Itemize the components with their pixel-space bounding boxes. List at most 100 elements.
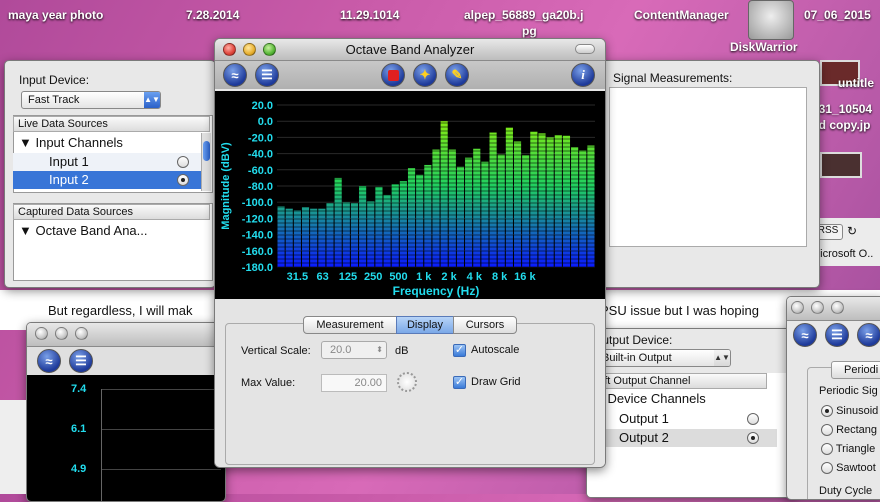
- desktop-thumbnail-2[interactable]: [820, 152, 862, 178]
- doc-text-2: PSU issue but I was hoping: [600, 303, 759, 318]
- y-tick-label: -20.0: [248, 132, 273, 144]
- reload-icon[interactable]: ↻: [847, 224, 857, 238]
- live-sources-header: Live Data Sources: [13, 116, 210, 132]
- desktop-file-7282014[interactable]: 7.28.2014: [186, 8, 239, 22]
- desktop-file-11291014[interactable]: 11.29.1014: [340, 8, 399, 22]
- graph-plot: 7.4 6.1 4.9: [27, 375, 225, 501]
- y-tick-label: -80.0: [248, 181, 273, 193]
- captured-sources-header: Captured Data Sources: [13, 204, 210, 220]
- spectrum-bar: [579, 150, 587, 267]
- option-rectangle[interactable]: Rectang: [821, 424, 877, 437]
- input-1-radio[interactable]: [177, 156, 189, 168]
- y-tick-2: 6.1: [71, 423, 87, 435]
- draw-grid-checkbox[interactable]: ✓: [453, 376, 466, 389]
- sliders-icon[interactable]: ☰: [825, 323, 849, 347]
- input-device-label: Input Device:: [19, 73, 90, 87]
- close-icon[interactable]: [791, 301, 804, 314]
- output-2-radio[interactable]: [747, 432, 759, 444]
- desktop-file-edcopy[interactable]: ed copy.jp: [812, 118, 870, 132]
- spectrum-bar: [473, 148, 481, 267]
- input-device-select[interactable]: Fast Track ▲▼: [21, 91, 161, 109]
- x-tick-label: 250: [364, 271, 382, 283]
- list-scrollbar[interactable]: [201, 133, 211, 191]
- zoom-icon[interactable]: [75, 327, 88, 340]
- sliders-icon[interactable]: ☰: [255, 63, 279, 87]
- y-tick-label: -60.0: [248, 165, 273, 177]
- info-icon[interactable]: i: [571, 63, 595, 87]
- spectrum-svg: 20.0 0.0 -20.0 -40.0 -60.0 -80.0 -100.0 -120.0 -…: [220, 100, 595, 298]
- record-icon[interactable]: [381, 63, 405, 87]
- input-1-row[interactable]: Input 1: [13, 153, 201, 171]
- option-sinusoid[interactable]: Sinusoid: [821, 405, 878, 418]
- spectrum-bar: [513, 141, 522, 267]
- autoscale-checkbox[interactable]: ✓: [453, 344, 466, 357]
- pencil-icon[interactable]: ✎: [445, 63, 469, 87]
- y-tick-label: -100.0: [242, 197, 273, 209]
- desktop-file-alpep[interactable]: alpep_56889_ga20b.j: [464, 8, 583, 22]
- chevron-updown-icon: ▲▼: [714, 350, 730, 366]
- tab-measurement[interactable]: Measurement: [303, 316, 397, 334]
- autoscale-label: Autoscale: [471, 344, 520, 356]
- vertical-scale-unit: dB: [395, 345, 409, 357]
- output-1-radio[interactable]: [747, 413, 759, 425]
- x-tick-label: 1 k: [416, 271, 432, 283]
- x-tick-label: 125: [339, 271, 357, 283]
- y-tick-1: 7.4: [71, 383, 87, 395]
- x-tick-label: 2 k: [441, 271, 457, 283]
- chevron-updown-icon: ⬍: [376, 345, 383, 354]
- draw-grid-label: Draw Grid: [471, 376, 521, 388]
- desktop-file-531[interactable]: 531_10504: [812, 102, 872, 116]
- spectrum-bar: [399, 181, 407, 267]
- waveform-icon[interactable]: ≈: [37, 349, 61, 373]
- max-value-field[interactable]: 20.00: [321, 374, 387, 392]
- tab-cursors[interactable]: Cursors: [453, 316, 517, 334]
- waveform-icon[interactable]: ≈: [793, 323, 817, 347]
- disk-icon[interactable]: [748, 0, 794, 40]
- minimize-icon[interactable]: [811, 301, 824, 314]
- microsoft-label: Microsoft O..: [811, 248, 874, 260]
- device-channels-row[interactable]: ▼ Device Channels: [591, 391, 706, 406]
- extra-icon[interactable]: ≈: [857, 323, 880, 347]
- desktop-untitled[interactable]: untitle: [838, 76, 874, 90]
- desktop-file-contentmanager[interactable]: ContentManager: [634, 8, 729, 22]
- close-icon[interactable]: [35, 327, 48, 340]
- output-2-row[interactable]: Output 2: [587, 429, 777, 447]
- spectrum-bar: [456, 166, 465, 267]
- analyzer-window: Octave Band Analyzer ≈ ☰ ✦ ✎ i 20.0 0.0 -2…: [214, 38, 606, 468]
- spectrum-bar: [310, 208, 318, 267]
- captured-item[interactable]: ▼ Octave Band Ana...: [19, 223, 148, 238]
- y-tick-label: -120.0: [242, 213, 273, 225]
- desktop-file-maya[interactable]: maya year photo: [8, 8, 103, 22]
- input-2-row[interactable]: Input 2: [13, 171, 201, 189]
- minimize-icon[interactable]: [55, 327, 68, 340]
- max-value-label: Max Value:: [241, 377, 296, 389]
- signal-measurements-label: Signal Measurements:: [613, 71, 733, 85]
- option-sawtooth[interactable]: Sawtoot: [821, 462, 876, 475]
- input-2-radio[interactable]: [177, 174, 189, 186]
- spectrum-chart: 20.0 0.0 -20.0 -40.0 -60.0 -80.0 -100.0 -120.0 -…: [215, 91, 605, 299]
- toolbar-toggle-button[interactable]: [575, 44, 595, 54]
- periodic-tab[interactable]: Periodi: [831, 361, 880, 379]
- desktop-file-07062015[interactable]: 07_06_2015: [804, 8, 871, 22]
- vertical-scale-select[interactable]: 20.0 ⬍: [321, 341, 387, 359]
- capture-icon[interactable]: ✦: [413, 63, 437, 87]
- option-triangle[interactable]: Triangle: [821, 443, 875, 456]
- chevron-updown-icon: ▲▼: [144, 92, 160, 108]
- y-tick-label: -40.0: [248, 149, 273, 161]
- signal-measurements-box: [609, 87, 807, 247]
- zoom-icon[interactable]: [831, 301, 844, 314]
- waveform-icon[interactable]: ≈: [223, 63, 247, 87]
- sliders-icon[interactable]: ☰: [69, 349, 93, 373]
- spectrum-bar: [424, 164, 432, 267]
- output-1-row[interactable]: Output 1: [587, 410, 777, 428]
- output-device-select[interactable]: Built-in Output ▲▼: [595, 349, 731, 367]
- tab-display[interactable]: Display: [396, 316, 454, 334]
- spectrum-bar: [318, 208, 326, 267]
- desktop-diskwarrior[interactable]: DiskWarrior: [730, 40, 798, 54]
- x-tick-label: 500: [389, 271, 407, 283]
- settings-panel: Measurement Display Cursors Vertical Sca…: [215, 299, 605, 467]
- spectrum-bar: [416, 174, 424, 267]
- input-channels-row[interactable]: ▼ Input Channels: [19, 135, 123, 150]
- x-tick-label: 8 k: [492, 271, 508, 283]
- max-value-knob[interactable]: [397, 372, 417, 392]
